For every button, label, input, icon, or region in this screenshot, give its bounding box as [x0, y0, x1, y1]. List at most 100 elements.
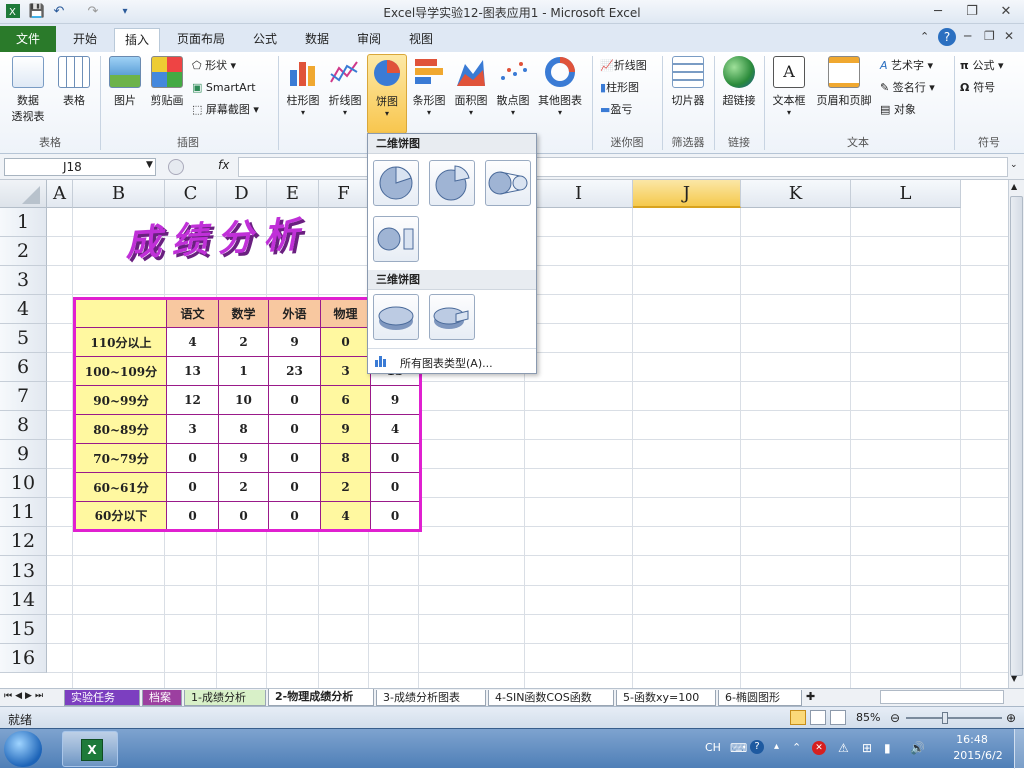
- column-chart-button[interactable]: 柱形图 ▾: [282, 56, 324, 117]
- scroll-thumb[interactable]: [1010, 196, 1023, 676]
- sparkline-line-button[interactable]: 📈折线图: [600, 56, 647, 76]
- screenshot-button[interactable]: ⬚ 屏幕截图 ▾: [192, 100, 259, 120]
- sheet-tab[interactable]: 6-椭圆图形: [718, 690, 802, 706]
- table-cell[interactable]: 100~109分: [74, 356, 167, 386]
- undo-icon[interactable]: ↶: [50, 3, 68, 21]
- table-cell[interactable]: 0: [166, 501, 219, 531]
- excel-logo-icon[interactable]: X: [4, 3, 22, 21]
- table-cell[interactable]: 60分以下: [74, 501, 167, 531]
- row-header-15[interactable]: 15: [0, 615, 47, 644]
- sparkline-column-button[interactable]: ▮柱形图: [600, 78, 639, 98]
- sparkline-winloss-button[interactable]: ▬盈亏: [600, 100, 632, 120]
- pie-3d-option[interactable]: [373, 294, 419, 340]
- close-button[interactable]: ✕: [992, 2, 1020, 22]
- clock-time[interactable]: 16:48: [944, 733, 1000, 746]
- clipart-button[interactable]: 剪贴画: [146, 56, 188, 108]
- table-cell[interactable]: 9: [218, 443, 269, 473]
- line-chart-button[interactable]: 折线图 ▾: [324, 56, 366, 117]
- pivot-table-button[interactable]: 数据 透视表: [4, 56, 52, 124]
- table-cell[interactable]: 0: [320, 327, 371, 357]
- row-header-2[interactable]: 2: [0, 237, 47, 266]
- table-cell[interactable]: 4: [166, 327, 219, 357]
- zoom-in-icon[interactable]: ⊕: [1006, 711, 1016, 725]
- table-cell[interactable]: 2: [218, 472, 269, 502]
- table-cell[interactable]: 0: [268, 443, 321, 473]
- wordart-button[interactable]: A 艺术字 ▾: [880, 56, 933, 76]
- table-header-cell[interactable]: [74, 298, 167, 328]
- textbox-button[interactable]: A 文本框 ▾: [768, 56, 810, 117]
- table-cell[interactable]: 2: [320, 472, 371, 502]
- zoom-level[interactable]: 85%: [856, 711, 880, 724]
- shapes-button[interactable]: ⬠ 形状 ▾: [192, 56, 236, 76]
- tab-view[interactable]: 视图: [398, 28, 444, 52]
- clock-date[interactable]: 2015/6/2: [944, 749, 1012, 762]
- row-header-16[interactable]: 16: [0, 644, 47, 673]
- smartart-button[interactable]: ▣ SmartArt: [192, 78, 256, 98]
- show-desktop-button[interactable]: [1014, 729, 1024, 769]
- table-cell[interactable]: 0: [268, 501, 321, 531]
- scroll-down-icon[interactable]: ▼: [1011, 674, 1017, 683]
- sheet-tab[interactable]: 5-函数xy=100: [616, 690, 716, 706]
- sheet-tab[interactable]: 实验任务: [64, 690, 140, 706]
- table-header-cell[interactable]: 外语: [268, 298, 321, 328]
- table-cell[interactable]: 10: [218, 385, 269, 415]
- column-header-c[interactable]: C: [165, 180, 217, 208]
- table-cell[interactable]: 3: [320, 356, 371, 386]
- doc-restore-icon[interactable]: ❐: [984, 29, 995, 43]
- row-header-7[interactable]: 7: [0, 382, 47, 411]
- tab-home[interactable]: 开始: [60, 28, 110, 52]
- all-chart-types-item[interactable]: 所有图表类型(A)...: [368, 348, 536, 374]
- signature-line-button[interactable]: ✎ 签名行 ▾: [880, 78, 935, 98]
- table-cell[interactable]: 0: [166, 443, 219, 473]
- zoom-slider-thumb[interactable]: [942, 712, 948, 724]
- row-header-9[interactable]: 9: [0, 440, 47, 469]
- row-header-11[interactable]: 11: [0, 498, 47, 527]
- ime-help-icon[interactable]: ?: [750, 740, 764, 754]
- table-cell[interactable]: 0: [370, 443, 421, 473]
- scroll-up-icon[interactable]: ▲: [1011, 182, 1017, 191]
- doc-minimize-icon[interactable]: ─: [964, 29, 971, 43]
- signal-icon[interactable]: ▮: [884, 741, 891, 755]
- formula-input[interactable]: [238, 157, 1008, 177]
- column-header-b[interactable]: B: [73, 180, 165, 208]
- security-alert-icon[interactable]: ✕: [812, 741, 826, 755]
- collapse-ribbon-icon[interactable]: ⌃: [920, 30, 929, 43]
- name-box-dropdown-icon[interactable]: ▼: [146, 160, 153, 170]
- table-button[interactable]: 表格: [54, 56, 94, 108]
- table-cell[interactable]: 0: [370, 501, 421, 531]
- row-header-3[interactable]: 3: [0, 266, 47, 295]
- row-header-4[interactable]: 4: [0, 295, 47, 324]
- row-header-5[interactable]: 5: [0, 324, 47, 353]
- column-header-i[interactable]: I: [525, 180, 633, 208]
- table-cell[interactable]: 90~99分: [74, 385, 167, 415]
- symbol-button[interactable]: Ω 符号: [960, 78, 995, 98]
- horizontal-scrollbar[interactable]: [880, 690, 1004, 704]
- table-cell[interactable]: 1: [218, 356, 269, 386]
- pie-2d-option[interactable]: [373, 160, 419, 206]
- tab-insert[interactable]: 插入: [114, 28, 160, 52]
- network-warning-icon[interactable]: ⚠: [838, 741, 849, 755]
- sheet-tab[interactable]: 1-成绩分析: [184, 690, 266, 706]
- row-header-13[interactable]: 13: [0, 556, 47, 586]
- table-cell[interactable]: 23: [268, 356, 321, 386]
- bar-chart-button[interactable]: 条形图 ▾: [408, 56, 450, 117]
- tray-arrow-icon[interactable]: ⌃: [792, 741, 801, 754]
- sheet-tab[interactable]: 2-物理成绩分析: [268, 689, 374, 706]
- insert-function-icon[interactable]: fx: [218, 158, 229, 172]
- row-header-6[interactable]: 6: [0, 353, 47, 382]
- column-header-j[interactable]: J: [633, 180, 741, 208]
- pie-chart-button[interactable]: 饼图 ▾: [367, 54, 407, 134]
- table-cell[interactable]: 0: [218, 501, 269, 531]
- tab-page-layout[interactable]: 页面布局: [166, 28, 236, 52]
- object-button[interactable]: ▤ 对象: [880, 100, 916, 120]
- table-header-cell[interactable]: 语文: [166, 298, 219, 328]
- title-wordart[interactable]: 成绩分析: [124, 205, 310, 267]
- zoom-out-icon[interactable]: ⊖: [890, 711, 900, 725]
- column-header-l[interactable]: L: [851, 180, 961, 208]
- row-header-1[interactable]: 1: [0, 208, 47, 237]
- table-header-cell[interactable]: 数学: [218, 298, 269, 328]
- page-break-view-icon[interactable]: [830, 710, 846, 725]
- scatter-chart-button[interactable]: 散点图 ▾: [492, 56, 534, 117]
- table-cell[interactable]: 9: [370, 385, 421, 415]
- new-sheet-icon[interactable]: ✚: [806, 690, 815, 703]
